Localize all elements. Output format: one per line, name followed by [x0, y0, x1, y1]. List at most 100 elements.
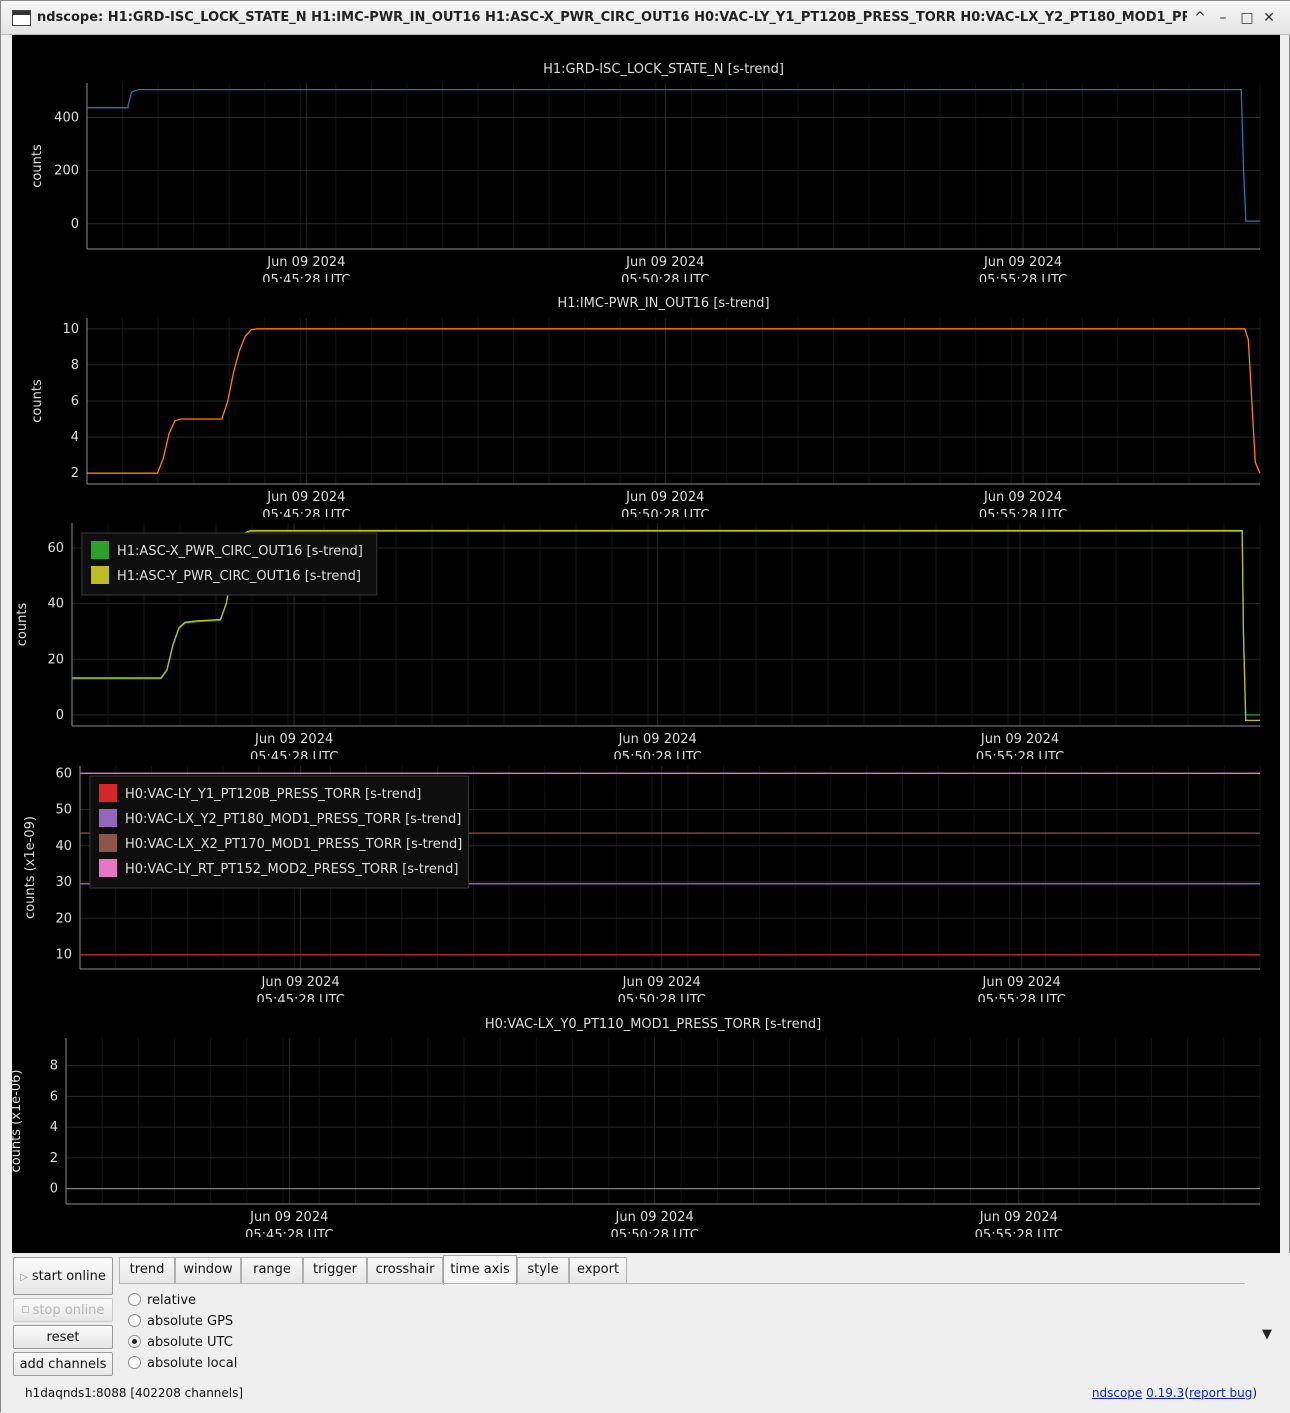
panel-4-legend-swatch [99, 859, 117, 877]
radio-label: absolute UTC [147, 1335, 233, 1350]
tab-divider [119, 1283, 1245, 1284]
radio-label: absolute local [147, 1356, 238, 1371]
collapse-window-icon[interactable]: ^ [1191, 9, 1209, 27]
panel-3-y-tick-label: 0 [56, 708, 64, 723]
panel-1-title: H1:GRD-ISC_LOCK_STATE_N [s-trend] [543, 62, 784, 77]
radio-label: absolute GPS [147, 1314, 234, 1329]
panel-2-x-tick-date: Jun 09 2024 [266, 490, 345, 505]
plots-canvas[interactable]: 0200400Jun 09 202405:45:28 UTCJun 09 202… [12, 35, 1280, 1253]
panel-2-y-tick-label: 6 [71, 394, 79, 409]
server-status: h1daqnds1:8088 [402208 channels] [25, 1386, 244, 1400]
play-icon: ▷ [20, 1271, 28, 1283]
panel-4-x-tick-time: 05:45:28 UTC [257, 993, 345, 1008]
control-panel: ▷ start online stop online reset add chan… [1, 1253, 1290, 1413]
panel-1-x-tick-date: Jun 09 2024 [266, 255, 345, 270]
minimize-window-icon[interactable]: – [1214, 9, 1232, 27]
panel-1-x-tick-date: Jun 09 2024 [625, 255, 704, 270]
panel-1-y-tick-label: 200 [54, 164, 79, 179]
stop-icon [21, 1305, 29, 1313]
close-window-icon[interactable]: ✕ [1260, 9, 1278, 27]
radio-button-icon[interactable] [128, 1335, 141, 1348]
panel-5-x-tick-time: 05:45:28 UTC [245, 1228, 333, 1243]
panel-3-legend-label: H1:ASC-X_PWR_CIRC_OUT16 [s-trend] [117, 544, 363, 559]
reset-button[interactable]: reset [13, 1325, 113, 1349]
panel-1-x-tick-time: 05:45:28 UTC [262, 273, 350, 288]
panel-2-y-tick-label: 8 [71, 358, 79, 373]
panel-1-y-axis-label: counts [30, 144, 45, 188]
panel-4-legend-swatch [99, 784, 117, 802]
stop-online-button[interactable]: stop online [13, 1298, 113, 1322]
panel-1-x-tick-time: 05:50:28 UTC [621, 273, 709, 288]
panel-5-x-tick-date: Jun 09 2024 [615, 1210, 694, 1225]
title-bar[interactable]: ndscope: H1:GRD-ISC_LOCK_STATE_N H1:IMC-… [1, 1, 1290, 35]
panel-3-legend-swatch [91, 541, 109, 559]
tab-trend[interactable]: trend [119, 1257, 175, 1283]
panel-5-y-tick-label: 4 [50, 1120, 58, 1135]
panel-3-y-tick-label: 60 [47, 541, 64, 556]
panel-3-legend-box[interactable] [81, 532, 378, 596]
panel-2-x-tick-time: 05:50:28 UTC [621, 508, 709, 523]
radio-absolute-UTC[interactable]: absolute UTC [128, 1335, 233, 1353]
panel-3-x-tick-date: Jun 09 2024 [618, 732, 697, 747]
panel-2-title: H1:IMC-PWR_IN_OUT16 [s-trend] [557, 296, 769, 311]
panel-4-legend-label: H0:VAC-LX_Y2_PT180_MOD1_PRESS_TORR [s-tr… [125, 812, 461, 827]
panel-4-x-tick-date: Jun 09 2024 [622, 975, 701, 990]
panel-4-legend-label: H0:VAC-LY_RT_PT152_MOD2_PRESS_TORR [s-tr… [125, 862, 458, 877]
maximize-window-icon[interactable]: □ [1238, 9, 1256, 27]
panel-3-x-tick-date: Jun 09 2024 [980, 732, 1059, 747]
panel-2-x-tick-time: 05:45:28 UTC [262, 508, 350, 523]
version-link[interactable]: 0.19.3 [1146, 1386, 1184, 1400]
panel-4-legend-swatch [99, 834, 117, 852]
panel-4-y-axis-label: counts (x1e-09) [23, 816, 38, 919]
panel-3-x-tick-time: 05:55:28 UTC [976, 750, 1064, 765]
paren-close: ) [1252, 1386, 1257, 1400]
panel-5-y-tick-label: 6 [50, 1089, 58, 1104]
panel-3-x-tick-time: 05:45:28 UTC [250, 750, 338, 765]
tab-style[interactable]: style [517, 1257, 569, 1283]
radio-button-icon[interactable] [128, 1356, 141, 1369]
add-channels-button[interactable]: add channels [13, 1352, 113, 1376]
radio-button-icon[interactable] [128, 1314, 141, 1327]
panel-2-y-axis-label: counts [30, 379, 45, 423]
panel-3-x-tick-date: Jun 09 2024 [254, 732, 333, 747]
panel-5-y-tick-label: 0 [50, 1182, 58, 1197]
panel-1-y-tick-label: 0 [71, 217, 79, 232]
panel-3-x-tick-time: 05:50:28 UTC [614, 750, 702, 765]
panel-3-y-tick-label: 40 [47, 597, 64, 612]
panel-4-x-tick-time: 05:55:28 UTC [977, 993, 1065, 1008]
panel-5-y-tick-label: 2 [50, 1151, 58, 1166]
panel-1-x-tick-time: 05:55:28 UTC [979, 273, 1067, 288]
app-window-icon [12, 10, 31, 26]
panel-4-x-tick-date: Jun 09 2024 [261, 975, 340, 990]
panel-4-y-tick-label: 60 [55, 766, 72, 781]
tab-range[interactable]: range [241, 1257, 303, 1283]
expand-panel-icon[interactable]: ▼ [1262, 1327, 1272, 1342]
version-info: ndscope 0.19.3(report bug) [1092, 1386, 1257, 1400]
radio-relative[interactable]: relative [128, 1293, 196, 1311]
panel-1-series-line-1 [87, 88, 1260, 222]
tab-export[interactable]: export [569, 1257, 627, 1283]
report-bug-link[interactable]: report bug [1189, 1386, 1252, 1400]
panel-5-x-tick-date: Jun 09 2024 [249, 1210, 328, 1225]
panel-4-y-tick-label: 50 [55, 803, 72, 818]
panel-5-x-tick-time: 05:50:28 UTC [610, 1228, 698, 1243]
panel-3-y-axis-label: counts [15, 603, 30, 647]
window-title: ndscope: H1:GRD-ISC_LOCK_STATE_N H1:IMC-… [37, 10, 1187, 25]
start-online-button[interactable]: ▷ start online [13, 1257, 113, 1295]
tab-crosshair[interactable]: crosshair [367, 1257, 443, 1283]
panel-4-y-tick-label: 30 [55, 875, 72, 890]
tab-time-axis[interactable]: time axis [443, 1255, 517, 1285]
stop-online-label: stop online [32, 1302, 105, 1318]
panel-5-y-tick-label: 8 [50, 1059, 58, 1074]
radio-absolute-GPS[interactable]: absolute GPS [128, 1314, 233, 1332]
panel-4-legend-swatch [99, 809, 117, 827]
panel-2-y-tick-label: 10 [62, 322, 79, 337]
ndscope-link[interactable]: ndscope [1092, 1386, 1142, 1400]
plot-area[interactable]: 0 200 400 Jun 09 2024 05:45:28 UTC Jun 09 202… [12, 35, 1280, 1253]
panel-2-y-tick-label: 4 [71, 430, 79, 445]
panel-4-legend-label: H0:VAC-LY_Y1_PT120B_PRESS_TORR [s-trend] [125, 787, 421, 802]
tab-trigger[interactable]: trigger [303, 1257, 367, 1283]
radio-button-icon[interactable] [128, 1293, 141, 1306]
radio-absolute-local[interactable]: absolute local [128, 1356, 237, 1374]
tab-window[interactable]: window [175, 1257, 241, 1283]
